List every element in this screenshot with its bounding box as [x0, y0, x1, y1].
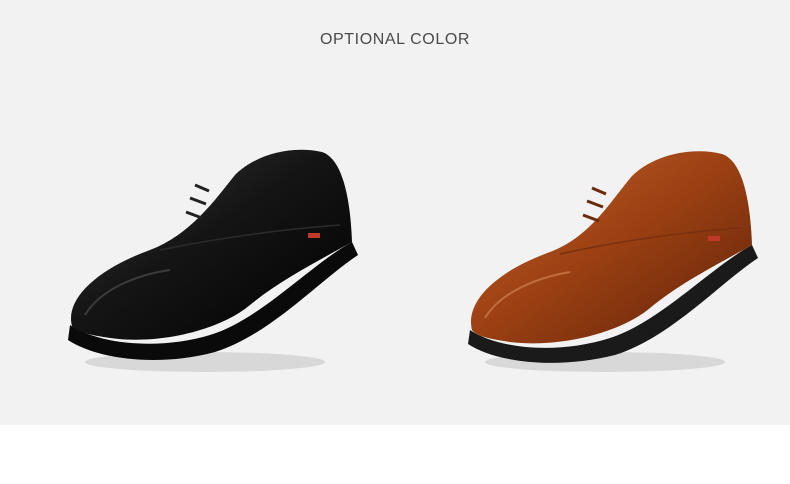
product-color-panel: OPTIONAL COLOR [0, 0, 790, 425]
section-heading: OPTIONAL COLOR [319, 31, 471, 48]
brown-shoe-image [468, 151, 758, 372]
black-shoe-image [68, 149, 358, 372]
